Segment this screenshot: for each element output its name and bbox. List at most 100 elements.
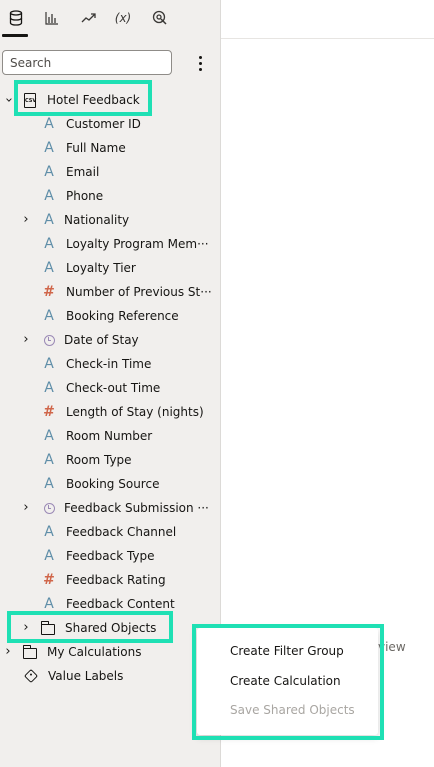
search-input[interactable] [2,50,172,75]
column-item[interactable]: A Feedback Type [0,545,218,567]
column-label: Booking Reference [66,309,179,323]
text-type-icon: A [44,164,54,180]
text-type-icon: A [44,476,54,492]
insight-icon [152,10,167,25]
shared-objects-node[interactable]: › Shared Objects [0,617,218,639]
column-label: Full Name [66,141,126,155]
column-item[interactable]: A Room Number [0,425,218,447]
text-type-icon: A [44,596,54,612]
folder-icon [22,644,37,659]
number-type-icon: # [43,572,55,588]
column-item[interactable]: › A Nationality [0,209,218,231]
more-options-icon[interactable] [190,52,210,74]
column-label: Date of Stay [64,333,139,347]
text-type-icon: A [44,452,54,468]
column-item[interactable]: A Check-out Time [0,377,218,399]
text-type-icon: A [44,308,54,324]
shared-objects-label: Shared Objects [65,621,157,635]
text-type-icon: A [44,116,54,132]
number-type-icon: # [43,404,55,420]
my-calculations-label: My Calculations [47,645,142,659]
insights-tab[interactable] [147,5,173,31]
function-icon: (x) [114,11,132,25]
chevron-right-icon[interactable]: › [20,329,32,351]
tag-icon [23,668,39,684]
csv-file-icon: CSV [24,92,36,108]
column-label: Room Type [66,453,132,467]
column-item[interactable]: # Feedback Rating [0,569,218,591]
panel-tabs: (x) [0,0,220,38]
bar-chart-icon [45,12,58,25]
column-item[interactable]: A Feedback Channel [0,521,218,543]
column-label: Feedback Content [66,597,175,611]
column-label: Booking Source [66,477,160,491]
canvas-hint-text: view [378,640,406,654]
column-label: Nationality [64,213,130,227]
column-item[interactable]: A Loyalty Program Mem··· [0,233,218,255]
text-type-icon: A [44,380,54,396]
my-calculations-node[interactable]: › My Calculations [0,641,218,663]
column-item[interactable]: A Feedback Content [0,593,218,615]
column-item[interactable]: A Loyalty Tier [0,257,218,279]
chevron-right-icon[interactable]: › [20,209,32,231]
text-type-icon: A [44,212,54,228]
chevron-down-icon[interactable]: › [0,94,19,106]
text-type-icon: A [44,428,54,444]
dataset-label: Hotel Feedback [47,93,140,107]
column-item[interactable]: # Number of Previous St··· [0,281,218,303]
active-tab-indicator [2,34,28,37]
column-item[interactable]: › Feedback Submission ··· [0,497,218,519]
menu-item-create-calculation[interactable]: Create Calculation [230,672,341,690]
analytics-tab[interactable] [76,5,102,31]
calculations-tab[interactable]: (x) [110,5,136,31]
text-type-icon: A [44,356,54,372]
value-labels-node[interactable]: Value Labels [0,665,218,687]
value-labels-label: Value Labels [48,669,124,683]
visualizations-tab[interactable] [39,5,65,31]
text-type-icon: A [44,236,54,252]
text-type-icon: A [44,140,54,156]
column-label: Email [66,165,100,179]
chevron-right-icon[interactable]: › [20,497,32,519]
text-type-icon: A [44,260,54,276]
column-label: Phone [66,189,104,203]
canvas-header-divider [221,38,434,39]
column-label: Check-out Time [66,381,161,395]
column-label: Loyalty Tier [66,261,136,275]
text-type-icon: A [44,188,54,204]
column-label: Loyalty Program Mem··· [66,237,209,251]
trend-icon [81,13,96,23]
database-icon [9,10,23,26]
column-label: Customer ID [66,117,141,131]
column-label: Feedback Rating [66,573,166,587]
column-label: Room Number [66,429,153,443]
column-label: Feedback Channel [66,525,177,539]
text-type-icon: A [44,524,54,540]
chevron-right-icon[interactable]: › [2,641,14,663]
clock-icon [43,502,55,514]
column-item[interactable]: A Full Name [0,137,218,159]
column-label: Length of Stay (nights) [66,405,204,419]
clock-icon [43,334,55,346]
column-item[interactable]: # Length of Stay (nights) [0,401,218,423]
column-label: Feedback Submission ··· [64,501,209,515]
chevron-right-icon[interactable]: › [20,617,32,639]
column-item[interactable]: A Email [0,161,218,183]
column-item[interactable]: › Date of Stay [0,329,218,351]
menu-item-create-filter-group[interactable]: Create Filter Group [230,642,344,660]
column-item[interactable]: A Booking Source [0,473,218,495]
text-type-icon: A [44,548,54,564]
dataset-node[interactable]: › CSV Hotel Feedback [0,89,218,111]
data-panel: (x) › CSV Hotel Feedback A Customer ID A Fu… [0,0,221,767]
data-tab[interactable] [3,5,29,31]
context-menu: Create Filter Group Create Calculation S… [197,628,378,735]
column-item[interactable]: A Phone [0,185,218,207]
column-label: Check-in Time [66,357,152,371]
menu-item-save-shared-objects: Save Shared Objects [230,703,355,717]
number-type-icon: # [43,284,55,300]
folder-icon [40,620,55,635]
column-item[interactable]: A Check-in Time [0,353,218,375]
column-item[interactable]: A Room Type [0,449,218,471]
column-item[interactable]: A Booking Reference [0,305,218,327]
column-item[interactable]: A Customer ID [0,113,218,135]
